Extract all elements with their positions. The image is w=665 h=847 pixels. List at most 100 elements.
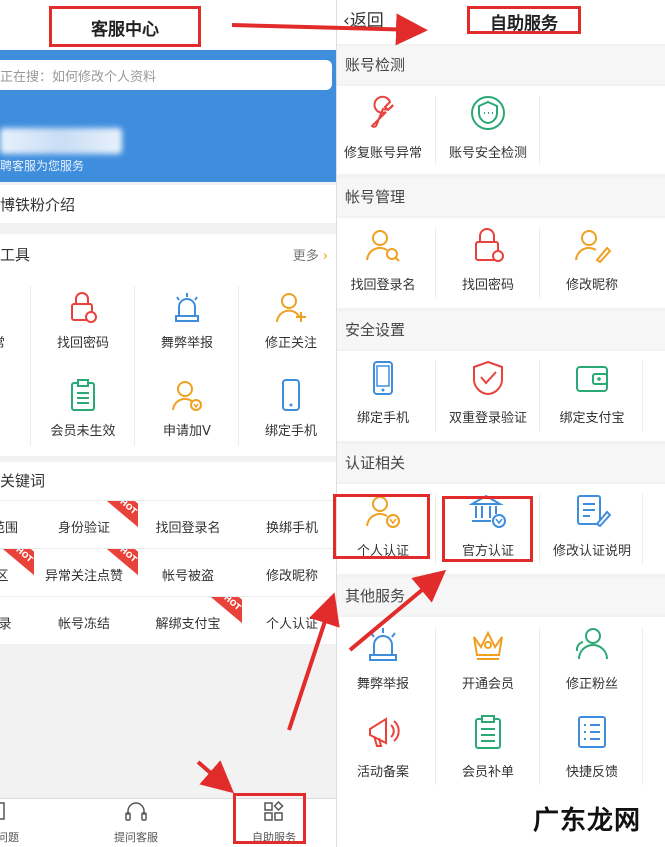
tool-label: 绑定手机 — [264, 424, 317, 439]
customer-service-screen: 正在搜：如何修改个人资料 聘客服为您服务 博铁粉介绍 工具 更多› 异常 找回密… — [0, 0, 336, 847]
section-title: 账号检测 — [345, 56, 406, 74]
more-link[interactable]: 更多 › — [293, 245, 328, 264]
keyword-label: 区 — [0, 569, 9, 584]
service-label: 舞弊举报 — [356, 677, 409, 692]
phone-icon — [373, 361, 393, 395]
tab-ask-service[interactable]: 提问客服 — [106, 801, 166, 845]
service-item[interactable]: 双重登录验证 — [436, 351, 540, 439]
keyword-label: 身份验证 — [57, 521, 110, 536]
tool-label: 舞弊举报 — [160, 336, 213, 351]
tab-label: 问题 — [0, 831, 19, 844]
section-title: 帐号管理 — [345, 188, 406, 206]
crown-icon — [473, 630, 503, 660]
tool-label: 申请加V — [163, 424, 211, 439]
user-edit-icon — [575, 230, 611, 264]
service-item[interactable]: 绑定支付宝 — [540, 351, 644, 439]
more-label: 更多 — [292, 249, 319, 264]
tool-item[interactable]: 修正关注 — [239, 282, 336, 368]
wrench-icon — [370, 95, 394, 128]
doc-edit-icon — [577, 495, 611, 528]
service-label: 会员补单 — [461, 765, 514, 780]
service-item[interactable]: 找回登录名 — [337, 218, 435, 306]
tool-item[interactable]: 申请加V — [135, 370, 239, 456]
service-label: 绑定支付宝 — [559, 411, 625, 426]
chevron-left-icon: ‹ — [343, 11, 350, 31]
tool-item[interactable]: 绑定手机 — [239, 370, 336, 456]
keyword-item[interactable]: 区HOT — [0, 548, 34, 596]
keyword-item[interactable]: 异常关注点赞 HOT — [30, 548, 138, 596]
tab-questions[interactable]: 问题 — [0, 801, 28, 845]
service-item[interactable]: 修改昵称 — [540, 218, 644, 306]
tab-label: 提问客服 — [114, 831, 158, 844]
section-security: 绑定手机 双重登录验证 绑定支付宝 — [337, 351, 665, 441]
keywords-section: 关键词 范围 身份验证HOT 找回登录名 换绑手机 区HOT 异常关注点赞HOT… — [0, 462, 336, 644]
keyword-item[interactable]: 换绑手机 — [238, 500, 336, 548]
keyword-item[interactable]: 帐号被盗 — [134, 548, 242, 596]
service-label: 修复账号异常 — [343, 146, 422, 161]
service-label: 双重登录验证 — [448, 411, 527, 426]
service-item[interactable]: 活动备案 — [337, 705, 435, 793]
keyword-item[interactable]: 身份验证 HOT — [30, 500, 138, 548]
blurred-username — [0, 128, 122, 154]
keyword-label: 修改昵称 — [265, 569, 318, 584]
service-tip: 聘客服为您服务 — [0, 159, 85, 173]
service-label: 找回密码 — [461, 278, 514, 293]
service-item[interactable]: 会员补单 — [436, 705, 540, 793]
section-account-check: 修复账号异常 账号安全检测 — [337, 86, 665, 174]
chevron-right-icon: › — [322, 249, 328, 264]
keyword-item[interactable]: 个人认证 — [238, 596, 336, 644]
annotation-title-left: 客服中心 — [52, 9, 198, 44]
service-item[interactable]: 找回密码 — [436, 218, 540, 306]
wallet-icon — [576, 366, 608, 392]
section-header: 认证相关 — [337, 444, 665, 482]
keyword-label: 范围 — [0, 521, 18, 536]
keywords-title: 关键词 — [0, 472, 46, 490]
tool-label: 找回密码 — [56, 336, 109, 351]
annotation-box-official-verify — [442, 496, 533, 562]
section-header: 账号检测 — [337, 46, 665, 84]
intro-link[interactable]: 博铁粉介绍 — [0, 185, 336, 223]
keyword-label: 帐号被盗 — [161, 569, 214, 584]
keyword-label: 解绑支付宝 — [155, 617, 221, 632]
service-item[interactable]: 账号安全检测 — [436, 86, 540, 174]
section-title: 其他服务 — [345, 587, 406, 605]
service-item[interactable]: 修改认证说明 — [540, 484, 644, 572]
service-label: 快捷反馈 — [565, 765, 618, 780]
keyword-item[interactable]: 找回登录名 — [134, 500, 242, 548]
keyword-label: 异常关注点赞 — [44, 569, 123, 584]
keyword-label: 个人认证 — [265, 617, 318, 632]
service-item[interactable]: 快捷反馈 — [540, 705, 644, 793]
tool-item[interactable]: 找回密码 — [31, 282, 135, 368]
user-add-icon — [276, 293, 306, 323]
tool-item[interactable]: 会员未生效 — [31, 370, 135, 456]
annotation-box-personal-verify — [333, 494, 430, 559]
alarm-icon — [175, 293, 199, 322]
keyword-item[interactable]: 帐号冻结 — [30, 596, 138, 644]
section-account-manage: 找回登录名 找回密码 修改昵称 — [337, 218, 665, 308]
keyword-label: 帐号冻结 — [57, 617, 110, 632]
keyword-label: 录 — [0, 617, 12, 632]
shield-check-icon — [471, 96, 505, 130]
clipboard-icon — [475, 715, 501, 749]
service-item[interactable]: 修正粉丝 — [540, 617, 644, 705]
tools-section: 工具 更多› 异常 找回密码 舞弊举报 修正关注 迷 会员未生效 — [0, 234, 336, 456]
keyword-item[interactable]: 修改昵称 — [238, 548, 336, 596]
service-item[interactable]: 绑定手机 — [337, 351, 435, 439]
back-label: 返回 — [349, 11, 384, 31]
section-header: 安全设置 — [337, 311, 665, 349]
service-label: 修正粉丝 — [565, 677, 618, 692]
back-button[interactable]: ‹返回 — [343, 6, 384, 31]
keyword-item[interactable]: 解绑支付宝 HOT — [134, 596, 242, 644]
service-item[interactable]: 开通会员 — [436, 617, 540, 705]
users-icon — [575, 628, 608, 660]
tool-label: 修正关注 — [264, 336, 317, 351]
service-label: 修改昵称 — [565, 278, 618, 293]
section-title: 安全设置 — [345, 321, 406, 339]
shield-tick-icon — [472, 360, 504, 396]
search-input[interactable]: 正在搜：如何修改个人资料 — [0, 60, 332, 90]
service-item[interactable]: 舞弊举报 — [337, 617, 435, 705]
tool-item[interactable]: 舞弊举报 — [135, 282, 239, 368]
keyword-label: 换绑手机 — [265, 521, 318, 536]
tool-label: 会员未生效 — [50, 424, 116, 439]
service-item[interactable]: 修复账号异常 — [337, 86, 435, 174]
